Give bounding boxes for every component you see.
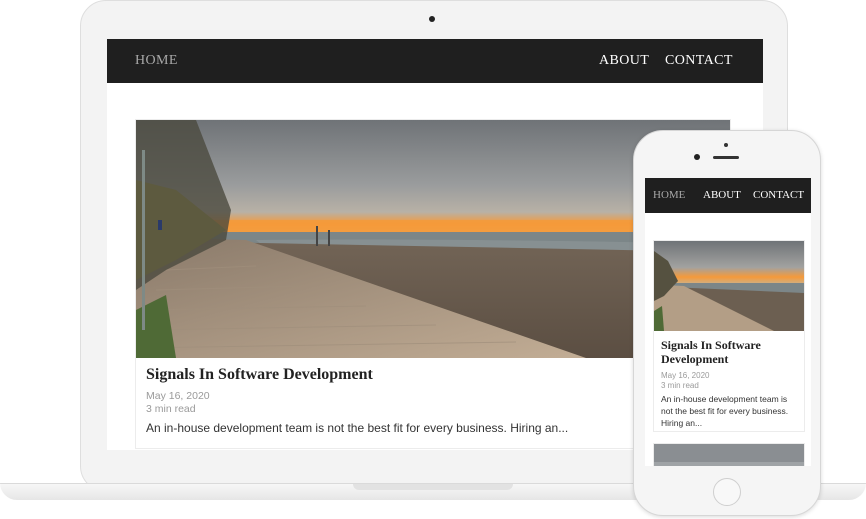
phone-home-button[interactable] (713, 478, 741, 506)
nav-contact-link[interactable]: CONTACT (665, 53, 733, 69)
mobile-post-date: May 16, 2020 (661, 371, 710, 380)
mobile-post-excerpt: An in-house development team is not the … (661, 394, 789, 428)
phone-sensor (724, 143, 728, 147)
phone-screen: HOME ABOUT CONTACT Signals In Software D… (645, 178, 811, 466)
post-title[interactable]: Signals In Software Development (146, 366, 373, 384)
mobile-post-card[interactable]: Signals In Software Development May 16, … (653, 240, 805, 432)
nav-about-link[interactable]: ABOUT (599, 53, 649, 69)
mobile-next-post-card[interactable] (653, 443, 805, 466)
post-date: May 16, 2020 (146, 390, 210, 402)
mobile-navbar: HOME ABOUT CONTACT (645, 178, 811, 213)
mobile-boardwalk-photo (654, 241, 804, 331)
phone-speaker (713, 156, 739, 159)
laptop-base-notch (353, 484, 513, 490)
phone-camera (694, 154, 700, 160)
mobile-post-image[interactable] (654, 241, 804, 331)
mobile-nav-about-link[interactable]: ABOUT (703, 189, 741, 201)
post-read-time: 3 min read (146, 403, 196, 415)
mobile-post-read-time: 3 min read (661, 381, 699, 390)
mobile-nav-home-link[interactable]: HOME (653, 189, 685, 201)
laptop-camera (429, 16, 435, 22)
mobile-next-post-image (654, 444, 804, 466)
post-excerpt: An in-house development team is not the … (146, 421, 569, 435)
mobile-nav-contact-link[interactable]: CONTACT (753, 189, 804, 201)
nav-home-link[interactable]: HOME (135, 53, 178, 69)
mobile-post-title[interactable]: Signals In Software Development (661, 338, 801, 366)
navbar: HOME ABOUT CONTACT (107, 39, 763, 83)
